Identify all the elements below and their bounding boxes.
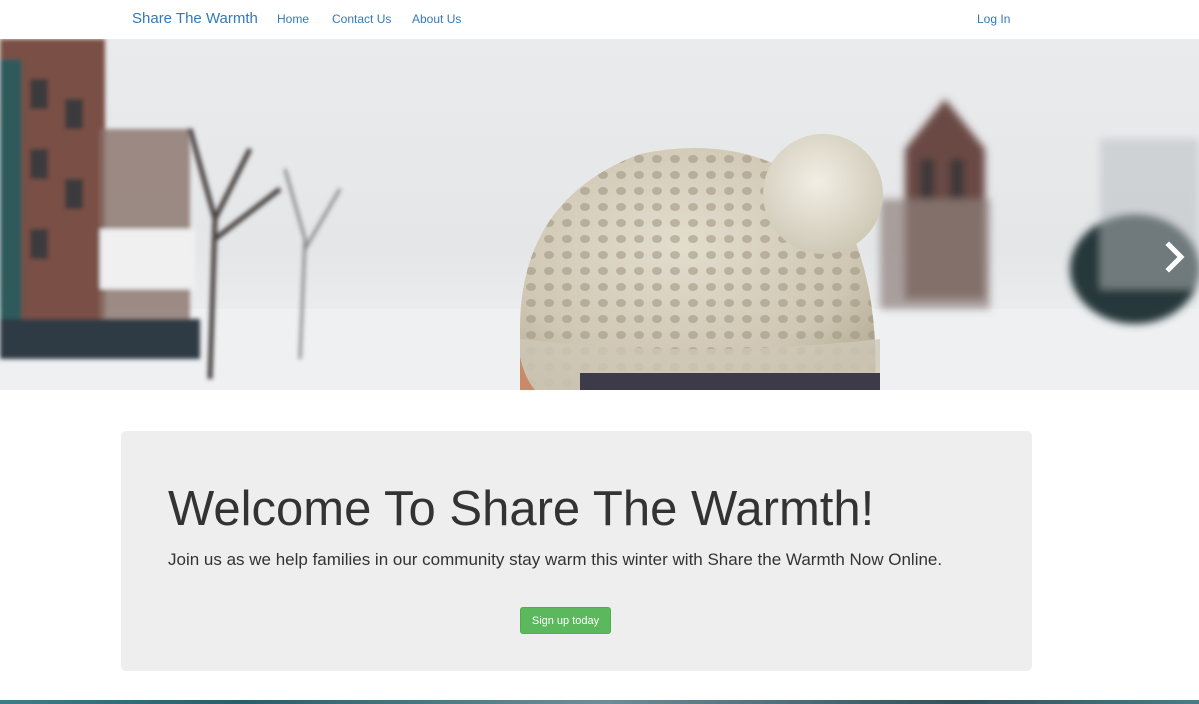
nav-about-link[interactable]: About Us (412, 12, 461, 26)
login-link[interactable]: Log In (977, 12, 1010, 26)
bottom-image-strip (0, 700, 1199, 704)
carousel-next-button[interactable] (1162, 239, 1190, 275)
sign-up-button[interactable]: Sign up today (520, 607, 611, 634)
welcome-lead: Join us as we help families in our commu… (168, 550, 943, 569)
brand-link[interactable]: Share The Warmth (132, 10, 258, 27)
nav-home-link[interactable]: Home (277, 12, 309, 26)
hero-image (0, 39, 1199, 390)
welcome-title: Welcome To Share The Warmth! (168, 482, 875, 536)
hero-carousel (0, 39, 1199, 390)
top-navbar: Share The Warmth Home Contact Us About U… (0, 0, 1199, 39)
welcome-jumbotron: Welcome To Share The Warmth! Join us as … (121, 431, 1032, 671)
chevron-right-icon (1165, 241, 1185, 273)
nav-contact-link[interactable]: Contact Us (332, 12, 391, 26)
